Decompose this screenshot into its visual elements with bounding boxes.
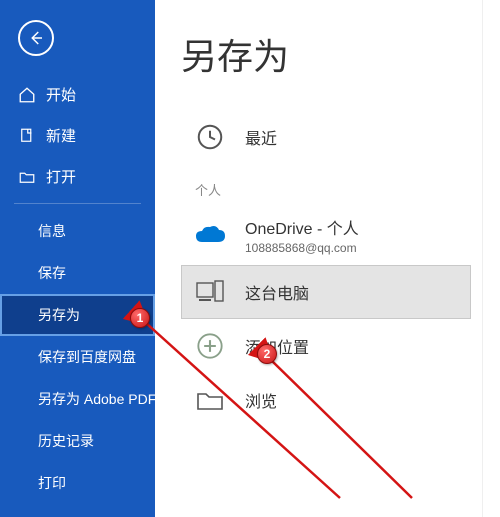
section-personal: 个人 <box>181 164 500 205</box>
location-label: 这台电脑 <box>245 280 309 304</box>
pc-icon <box>193 275 227 309</box>
clock-icon <box>193 120 227 154</box>
nav-print[interactable]: 打印 <box>0 462 155 504</box>
divider <box>14 203 141 204</box>
cloud-icon <box>193 218 227 252</box>
main-panel: 另存为 最近 个人 OneDrive - 个人 108885868@qq.com… <box>155 0 500 517</box>
location-label: 添加位置 <box>245 334 309 358</box>
nav-history[interactable]: 历史记录 <box>0 420 155 462</box>
nav-save[interactable]: 保存 <box>0 252 155 294</box>
location-thispc[interactable]: 这台电脑 <box>181 265 471 319</box>
location-onedrive[interactable]: OneDrive - 个人 108885868@qq.com <box>181 205 471 265</box>
nav-new[interactable]: 新建 <box>0 115 155 156</box>
nav-info[interactable]: 信息 <box>0 210 155 252</box>
nav-home[interactable]: 开始 <box>0 74 155 115</box>
nav-save-baidu[interactable]: 保存到百度网盘 <box>0 336 155 378</box>
location-label: OneDrive - 个人 <box>245 215 359 239</box>
location-label: 最近 <box>245 125 277 149</box>
home-icon <box>18 86 36 104</box>
location-browse[interactable]: 浏览 <box>181 373 471 427</box>
callout-1: 1 <box>130 308 150 328</box>
back-button[interactable] <box>18 20 54 56</box>
nav-label: 开始 <box>46 84 76 105</box>
right-edge-panel <box>482 0 500 517</box>
arrow-left-icon <box>27 29 45 47</box>
location-add[interactable]: 添加位置 <box>181 319 471 373</box>
callout-2: 2 <box>257 344 277 364</box>
nav-label: 打开 <box>46 166 76 187</box>
location-sublabel: 108885868@qq.com <box>245 241 359 255</box>
new-icon <box>18 127 36 145</box>
location-label: 浏览 <box>245 388 277 412</box>
location-recent[interactable]: 最近 <box>181 110 471 164</box>
sidebar: 开始 新建 打开 信息 保存 另存为 保存到百度网盘 另存为 Adobe PDF… <box>0 0 155 517</box>
plus-circle-icon <box>193 329 227 363</box>
folder-icon <box>193 383 227 417</box>
nav-open[interactable]: 打开 <box>0 156 155 197</box>
nav-save-pdf[interactable]: 另存为 Adobe PDF <box>0 378 155 420</box>
page-title: 另存为 <box>181 28 500 80</box>
open-icon <box>18 168 36 186</box>
nav-label: 新建 <box>46 125 76 146</box>
